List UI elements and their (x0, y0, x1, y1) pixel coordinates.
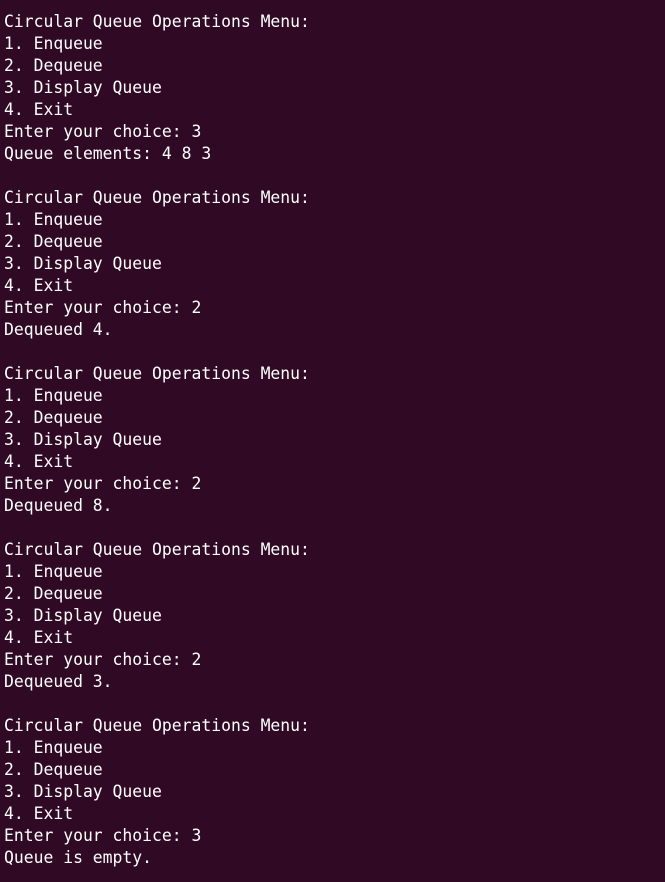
terminal-line: Enter your choice: 2 (4, 650, 202, 669)
terminal-line: 1. Enqueue (4, 386, 103, 405)
terminal-line: 3. Display Queue (4, 254, 162, 273)
terminal-line: 4. Exit (4, 452, 74, 471)
terminal-line: Circular Queue Operations Menu: (4, 716, 310, 735)
terminal-line: 3. Display Queue (4, 430, 162, 449)
terminal-line: Enter your choice: 2 (4, 474, 202, 493)
terminal-line: 4. Exit (4, 804, 74, 823)
terminal-line: 2. Dequeue (4, 584, 103, 603)
terminal-line: 2. Dequeue (4, 760, 103, 779)
terminal-line: Circular Queue Operations Menu: (4, 12, 310, 31)
terminal-line: 1. Enqueue (4, 210, 103, 229)
terminal-line: 1. Enqueue (4, 562, 103, 581)
terminal-output: Circular Queue Operations Menu: 1. Enqueu… (4, 11, 665, 869)
terminal-line: Enter your choice: 3 (4, 826, 202, 845)
terminal-line: Circular Queue Operations Menu: (4, 364, 310, 383)
terminal-line: 2. Dequeue (4, 56, 103, 75)
terminal-line: Circular Queue Operations Menu: (4, 540, 310, 559)
terminal-line: Dequeued 8. (4, 496, 113, 515)
terminal-line: 3. Display Queue (4, 606, 162, 625)
terminal-line: 1. Enqueue (4, 738, 103, 757)
terminal-line: Dequeued 3. (4, 672, 113, 691)
terminal-line: 2. Dequeue (4, 408, 103, 427)
terminal-line: 4. Exit (4, 276, 74, 295)
terminal-line: 4. Exit (4, 100, 74, 119)
terminal-line: 1. Enqueue (4, 34, 103, 53)
terminal-line: 3. Display Queue (4, 782, 162, 801)
terminal-window[interactable]: Circular Queue Operations Menu: 1. Enqueu… (0, 0, 665, 882)
terminal-line: Queue elements: 4 8 3 (4, 144, 212, 163)
terminal-line: 3. Display Queue (4, 78, 162, 97)
terminal-line: Circular Queue Operations Menu: (4, 188, 310, 207)
terminal-line: 2. Dequeue (4, 232, 103, 251)
terminal-line: 4. Exit (4, 628, 74, 647)
terminal-line: Enter your choice: 3 (4, 122, 202, 141)
terminal-line: Dequeued 4. (4, 320, 113, 339)
terminal-line: Enter your choice: 2 (4, 298, 202, 317)
terminal-line: Queue is empty. (4, 848, 153, 867)
